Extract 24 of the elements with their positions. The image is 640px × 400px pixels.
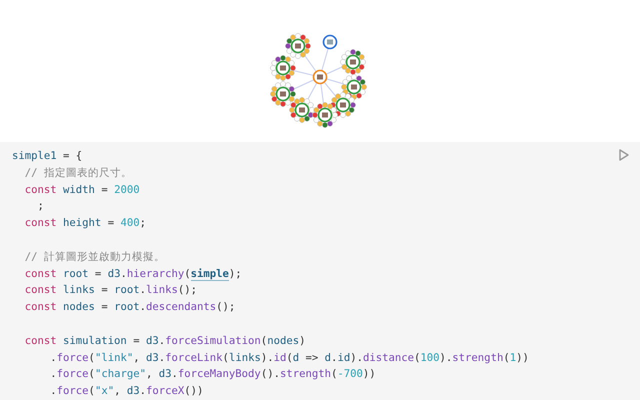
graph-node xyxy=(312,70,328,84)
code-line: const root = d3.hierarchy(simple); xyxy=(24,266,243,282)
code-line: ; xyxy=(36,199,45,214)
play-icon xyxy=(618,148,630,162)
graph-node xyxy=(340,49,366,75)
code-line: const width = 2000 xyxy=(24,182,141,198)
run-button[interactable] xyxy=(618,148,630,162)
code-line: simple1 = { xyxy=(12,149,84,164)
code-line: // 計算圖形並啟動力模擬。 xyxy=(24,250,166,265)
code-line: .force("link", d3.forceLink(links).id(d => d.id).distance(100).strength(1)) xyxy=(49,350,530,366)
graph-node xyxy=(312,102,338,128)
graph-node xyxy=(270,81,296,107)
code-line: const simulation = d3.forceSimulation(nodes) xyxy=(24,334,306,349)
code-line: const height = 400; xyxy=(24,216,147,232)
graph-node xyxy=(270,55,296,81)
code-line: // 指定圖表的尺寸。 xyxy=(24,166,133,181)
graph-node xyxy=(289,97,315,123)
code-line: const nodes = root.descendants(); xyxy=(24,300,236,316)
code-line: .force("x", d3.forceX()) xyxy=(49,384,204,400)
code-line: const links = root.links(); xyxy=(24,283,198,298)
graph-node xyxy=(322,34,338,50)
code-link[interactable]: simple xyxy=(190,268,229,281)
graph-node xyxy=(285,33,311,59)
code-line: .force("charge", d3.forceManyBody().strength(-700)) xyxy=(49,367,377,382)
